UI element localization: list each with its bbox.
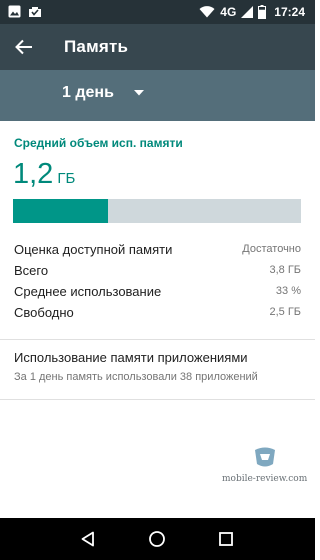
nav-home-button[interactable] — [145, 527, 169, 551]
status-bar: 4G 17:24 — [0, 0, 315, 24]
stat-label: Всего — [14, 262, 49, 278]
watermark-logo-icon — [255, 447, 275, 467]
back-button[interactable] — [10, 33, 38, 61]
average-memory-number: 1,2 — [13, 158, 54, 190]
dropdown-arrow-icon — [133, 90, 144, 96]
home-circle-icon — [149, 531, 165, 547]
period-selector-bar: 1 день — [0, 70, 315, 121]
memory-usage-fill — [13, 199, 109, 223]
clock: 17:24 — [274, 5, 305, 19]
system-icons: 4G 17:24 — [199, 0, 305, 24]
signal-icon — [241, 6, 254, 18]
stat-row: Свободно 2,5 ГБ — [14, 303, 301, 321]
app-toolbar: Память — [0, 24, 315, 70]
apps-usage-title: Использование памяти приложениями — [14, 350, 248, 365]
stat-value: 33 % — [275, 285, 301, 297]
wifi-icon — [199, 6, 215, 18]
back-triangle-icon — [81, 531, 94, 547]
download-done-icon — [29, 7, 41, 17]
period-dropdown[interactable]: 1 день — [62, 84, 144, 102]
page-title: Память — [64, 37, 129, 56]
stat-row: Оценка доступной памяти Достаточно — [14, 240, 301, 258]
image-icon — [8, 5, 21, 18]
system-navigation-bar — [0, 518, 315, 560]
network-type: 4G — [220, 5, 237, 19]
watermark-text: mobile-review.com — [222, 474, 308, 484]
period-value: 1 день — [62, 84, 114, 101]
apps-usage-subtitle: За 1 день память использовали 38 приложе… — [14, 371, 258, 383]
nav-back-button[interactable] — [76, 527, 100, 551]
stat-label: Оценка доступной памяти — [14, 241, 173, 257]
watermark: mobile-review.com — [222, 446, 307, 488]
section-title: Средний объем исп. памяти — [14, 136, 183, 150]
notification-icons — [8, 5, 42, 18]
nav-recents-button[interactable] — [214, 527, 238, 551]
average-memory-value: 1,2 ГБ — [13, 158, 75, 191]
apps-memory-usage-item[interactable]: Использование памяти приложениями За 1 д… — [0, 340, 315, 398]
memory-usage-bar — [13, 199, 301, 223]
average-memory-unit: ГБ — [57, 170, 76, 187]
recents-square-icon — [219, 532, 233, 546]
stat-label: Среднее использование — [14, 283, 162, 299]
stat-row: Среднее использование 33 % — [14, 282, 301, 300]
battery-icon — [258, 5, 267, 19]
divider — [0, 399, 315, 400]
stat-value: Достаточно — [242, 243, 301, 255]
stat-row: Всего 3,8 ГБ — [14, 261, 301, 279]
stat-value: 3,8 ГБ — [269, 264, 301, 276]
stat-label: Свободно — [14, 304, 74, 320]
arrow-back-icon — [15, 39, 32, 55]
stat-value: 2,5 ГБ — [269, 306, 301, 318]
